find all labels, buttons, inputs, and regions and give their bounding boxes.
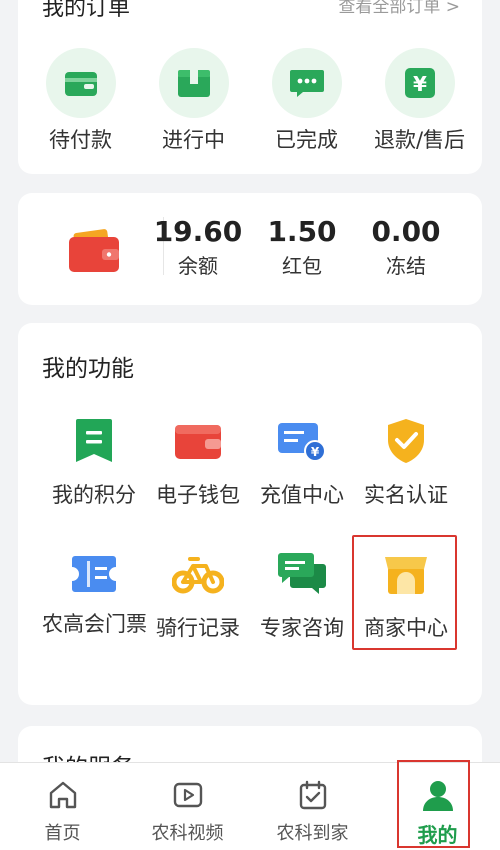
balance-label: 余额 [178, 254, 218, 278]
tab-agri-home-delivery[interactable]: 农科到家 [250, 763, 375, 850]
ticket-icon [40, 548, 148, 600]
feature-label: 骑行记录 [156, 616, 240, 640]
feature-e-wallet[interactable]: 电子钱包 [144, 415, 252, 509]
red-packet-label: 红包 [282, 254, 322, 278]
orders-card: 我的订单 查看全部订单 > 待付款 进行中 已完成 ¥ 退款/售后 [18, 0, 482, 174]
merchant-center-highlight [352, 535, 457, 650]
feature-expert-consult[interactable]: 专家咨询 [248, 548, 356, 642]
tab-agri-video[interactable]: 农科视频 [125, 763, 250, 850]
tab-label: 农科视频 [151, 823, 224, 844]
bicycle-icon [144, 548, 252, 600]
red-wallet-icon [68, 229, 120, 277]
feature-label: 充值中心 [260, 483, 344, 507]
box-icon [158, 48, 229, 118]
wallet-icon [45, 48, 116, 118]
home-icon [0, 777, 125, 813]
svg-text:¥: ¥ [413, 72, 427, 96]
calendar-check-icon [250, 777, 375, 813]
recharge-card-icon: ¥ [248, 415, 356, 467]
order-refund-aftersale[interactable]: ¥ 退款/售后 [365, 48, 475, 154]
consult-chat-icon [248, 548, 356, 600]
points-icon [40, 415, 148, 467]
red-packet-value: 1.50 [267, 215, 337, 248]
feature-label: 专家咨询 [260, 616, 344, 640]
order-label: 退款/售后 [373, 128, 466, 152]
tab-label: 首页 [44, 823, 81, 844]
frozen-value: 0.00 [371, 215, 441, 248]
svg-text:¥: ¥ [311, 445, 320, 459]
order-in-progress[interactable]: 进行中 [139, 48, 249, 154]
verified-shield-icon [352, 415, 460, 467]
wallet-card[interactable]: 19.60 余额 1.50 红包 0.00 冻结 [18, 193, 482, 305]
feature-expo-ticket[interactable]: 农高会门票 [40, 548, 148, 640]
feature-label: 农高会门票 [42, 612, 147, 636]
feature-recharge-center[interactable]: ¥ 充值中心 [248, 415, 356, 509]
feature-label: 实名认证 [364, 483, 448, 507]
tab-label: 农科到家 [276, 823, 349, 844]
order-label: 进行中 [162, 128, 225, 152]
frozen-label: 冻结 [386, 254, 426, 278]
chat-dots-icon [271, 48, 342, 118]
feature-cycling-records[interactable]: 骑行记录 [144, 548, 252, 642]
order-completed[interactable]: 已完成 [252, 48, 362, 154]
feature-my-points[interactable]: 我的积分 [40, 415, 148, 509]
orders-title: 我的订单 [42, 0, 131, 21]
red-packet-stat[interactable]: 1.50 红包 [247, 215, 357, 279]
balance-stat[interactable]: 19.60 余额 [143, 215, 253, 279]
feature-label: 我的积分 [52, 483, 136, 507]
tab-home[interactable]: 首页 [0, 763, 125, 850]
feature-real-name-verification[interactable]: 实名认证 [352, 415, 460, 509]
yen-icon: ¥ [384, 48, 455, 118]
order-label: 已完成 [275, 128, 338, 152]
e-wallet-icon [144, 415, 252, 467]
balance-value: 19.60 [153, 215, 243, 248]
mine-tab-highlight [397, 760, 470, 848]
frozen-stat[interactable]: 0.00 冻结 [351, 215, 461, 279]
feature-label: 电子钱包 [156, 483, 240, 507]
features-title: 我的功能 [42, 356, 134, 382]
order-label: 待付款 [49, 128, 112, 152]
video-play-icon [125, 777, 250, 813]
view-all-orders-link[interactable]: 查看全部订单 > [338, 0, 460, 17]
order-pending-payment[interactable]: 待付款 [26, 48, 136, 154]
